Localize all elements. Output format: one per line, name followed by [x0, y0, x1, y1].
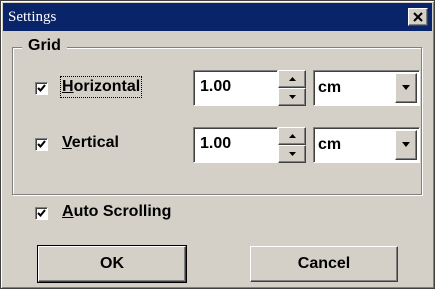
close-button[interactable]: [408, 8, 428, 26]
horizontal-spinner: [278, 70, 306, 106]
cancel-button[interactable]: Cancel: [250, 246, 398, 282]
horizontal-label[interactable]: Horizontal: [59, 76, 143, 98]
window-title: Settings: [8, 9, 57, 25]
vertical-unit-select[interactable]: cm: [313, 127, 420, 163]
arrow-down-icon: [289, 152, 296, 156]
vertical-checkbox[interactable]: [35, 138, 48, 151]
horizontal-checkbox[interactable]: [35, 82, 48, 95]
vertical-unit-value: cm: [318, 136, 342, 153]
auto-scrolling-label[interactable]: Auto Scrolling: [62, 203, 171, 221]
arrow-up-icon: [289, 134, 296, 138]
vertical-spinner: [278, 127, 306, 163]
arrow-down-icon: [289, 95, 296, 99]
vertical-label[interactable]: Vertical: [62, 134, 119, 152]
vertical-spin-up-button[interactable]: [278, 127, 306, 145]
vertical-spin-down-button[interactable]: [278, 145, 306, 163]
horizontal-spacing-input[interactable]: 1.00: [193, 70, 278, 106]
chevron-down-icon: [402, 142, 410, 147]
arrow-up-icon: [289, 77, 296, 81]
checkmark-icon: [37, 140, 46, 148]
horizontal-unit-select[interactable]: cm: [313, 70, 420, 106]
auto-scrolling-checkbox[interactable]: [35, 207, 48, 220]
grid-group-label: Grid: [22, 37, 67, 55]
title-bar[interactable]: Settings: [3, 3, 432, 31]
close-icon: [413, 12, 423, 22]
ok-button[interactable]: OK: [37, 245, 187, 283]
horizontal-spin-up-button[interactable]: [278, 70, 306, 88]
vertical-spacing-input[interactable]: 1.00: [193, 127, 278, 163]
horizontal-unit-dropdown-button[interactable]: [395, 73, 417, 103]
checkmark-icon: [37, 84, 46, 92]
vertical-unit-dropdown-button[interactable]: [395, 130, 417, 160]
horizontal-unit-value: cm: [318, 79, 342, 96]
horizontal-spin-down-button[interactable]: [278, 88, 306, 106]
checkmark-icon: [37, 209, 46, 217]
chevron-down-icon: [402, 85, 410, 90]
